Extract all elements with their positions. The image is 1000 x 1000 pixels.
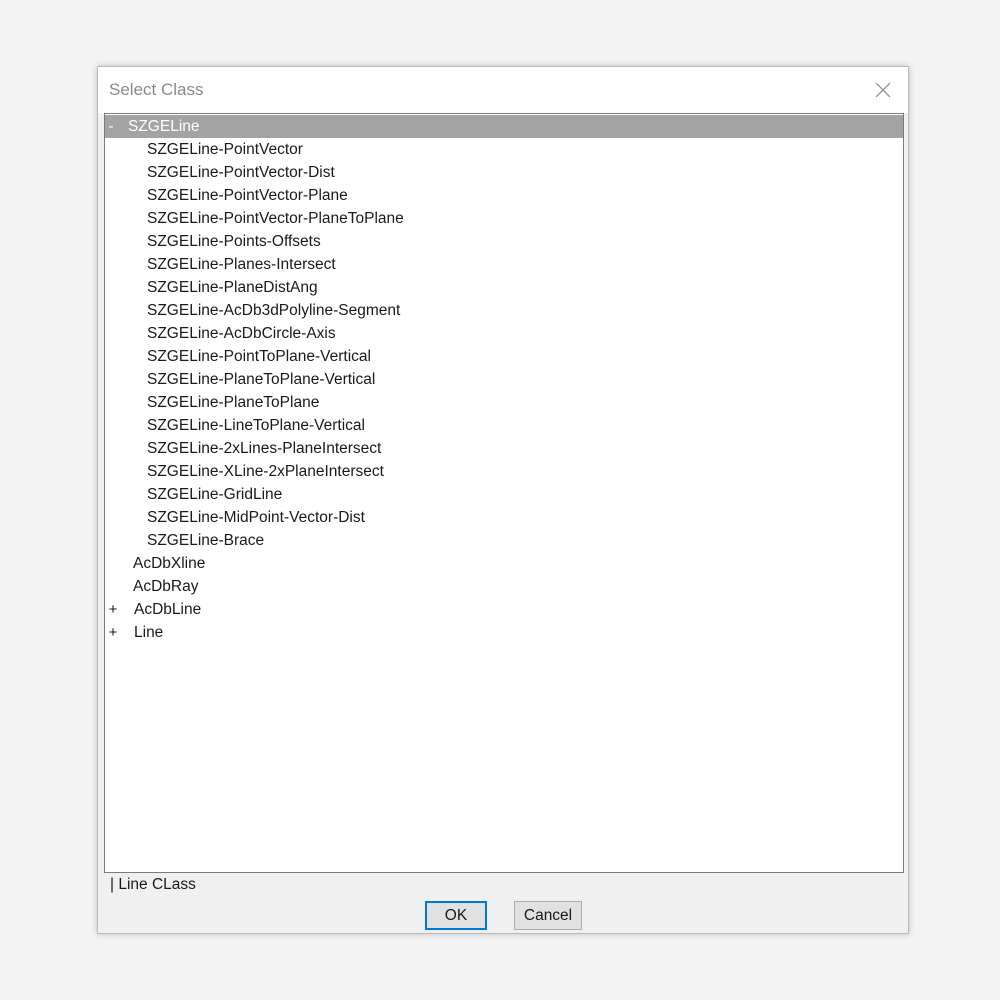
tree-node-label: SZGELine-PointVector [147, 141, 303, 158]
tree-node-label: SZGELine [128, 118, 200, 135]
tree-child-item[interactable]: SZGELine-MidPoint-Vector-Dist [105, 506, 903, 529]
tree-node-szgeline[interactable]: - SZGELine [105, 115, 903, 138]
dialog-title: Select Class [109, 80, 204, 99]
tree-node-label: SZGELine-Brace [147, 532, 265, 549]
tree-child-item[interactable]: SZGELine-PointVector-Dist [105, 161, 903, 184]
collapse-toggle[interactable]: - [105, 115, 117, 138]
status-text: | Line CLass [110, 876, 196, 893]
tree-child-item[interactable]: SZGELine-GridLine [105, 483, 903, 506]
tree-child-item[interactable]: SZGELine-2xLines-PlaneIntersect [105, 437, 903, 460]
tree-node-acdbline[interactable]: + AcDbLine [105, 598, 903, 621]
tree-child-item[interactable]: SZGELine-Planes-Intersect [105, 253, 903, 276]
tree-child-item[interactable]: SZGELine-PlaneToPlane [105, 391, 903, 414]
ok-button[interactable]: OK [425, 901, 487, 930]
tree-node-label: SZGELine-Planes-Intersect [147, 256, 336, 273]
tree-child-item[interactable]: SZGELine-Brace [105, 529, 903, 552]
cancel-button[interactable]: Cancel [514, 901, 582, 930]
tree-node-label: SZGELine-PointVector-Plane [147, 187, 348, 204]
tree-child-item[interactable]: SZGELine-PointVector-PlaneToPlane [105, 207, 903, 230]
title-bar[interactable]: Select Class [98, 67, 908, 113]
expand-toggle[interactable]: + [107, 598, 119, 621]
tree-node-label: AcDbLine [134, 601, 202, 618]
tree-node-label: SZGELine-PointToPlane-Vertical [147, 348, 372, 365]
tree-node-label: SZGELine-2xLines-PlaneIntersect [147, 440, 382, 457]
close-icon [875, 82, 891, 98]
tree-child-item[interactable]: SZGELine-LineToPlane-Vertical [105, 414, 903, 437]
tree-node-label: SZGELine-MidPoint-Vector-Dist [147, 509, 365, 526]
tree-node-label: SZGELine-AcDb3dPolyline-Segment [147, 302, 401, 319]
tree-child-item[interactable]: SZGELine-AcDbCircle-Axis [105, 322, 903, 345]
tree-node-label: SZGELine-GridLine [147, 486, 283, 503]
tree-child-item[interactable]: SZGELine-PlaneToPlane-Vertical [105, 368, 903, 391]
tree-child-item[interactable]: SZGELine-AcDb3dPolyline-Segment [105, 299, 903, 322]
close-button[interactable] [866, 75, 900, 105]
tree-node-label: SZGELine-LineToPlane-Vertical [147, 417, 365, 434]
select-class-dialog: Select Class - SZGELine SZGELine-PointVe… [97, 66, 909, 934]
tree-node-label: SZGELine-PlaneToPlane [147, 394, 320, 411]
tree-child-item[interactable]: SZGELine-XLine-2xPlaneIntersect [105, 460, 903, 483]
tree-node-label: SZGELine-PointVector-PlaneToPlane [147, 210, 404, 227]
tree-node-label: SZGELine-XLine-2xPlaneIntersect [147, 463, 384, 480]
tree-node-acdbxline[interactable]: AcDbXline [105, 552, 903, 575]
tree-child-item[interactable]: SZGELine-PointVector-Plane [105, 184, 903, 207]
tree-node-line[interactable]: + Line [105, 621, 903, 644]
tree-node-label: AcDbRay [133, 578, 199, 595]
tree-child-item[interactable]: SZGELine-PointToPlane-Vertical [105, 345, 903, 368]
tree-child-item[interactable]: SZGELine-Points-Offsets [105, 230, 903, 253]
tree-node-label: SZGELine-PointVector-Dist [147, 164, 335, 181]
tree-node-label: SZGELine-Points-Offsets [147, 233, 321, 250]
tree-node-acdbray[interactable]: AcDbRay [105, 575, 903, 598]
expand-toggle[interactable]: + [107, 621, 119, 644]
tree-child-item[interactable]: SZGELine-PlaneDistAng [105, 276, 903, 299]
tree-node-label: SZGELine-PlaneToPlane-Vertical [147, 371, 376, 388]
tree-node-label: SZGELine-PlaneDistAng [147, 279, 318, 296]
class-tree[interactable]: - SZGELine SZGELine-PointVector SZGELine-… [104, 113, 904, 873]
tree-node-label: Line [134, 624, 164, 641]
tree-child-item[interactable]: SZGELine-PointVector [105, 138, 903, 161]
tree-node-label: SZGELine-AcDbCircle-Axis [147, 325, 336, 342]
tree-node-label: AcDbXline [133, 555, 206, 572]
